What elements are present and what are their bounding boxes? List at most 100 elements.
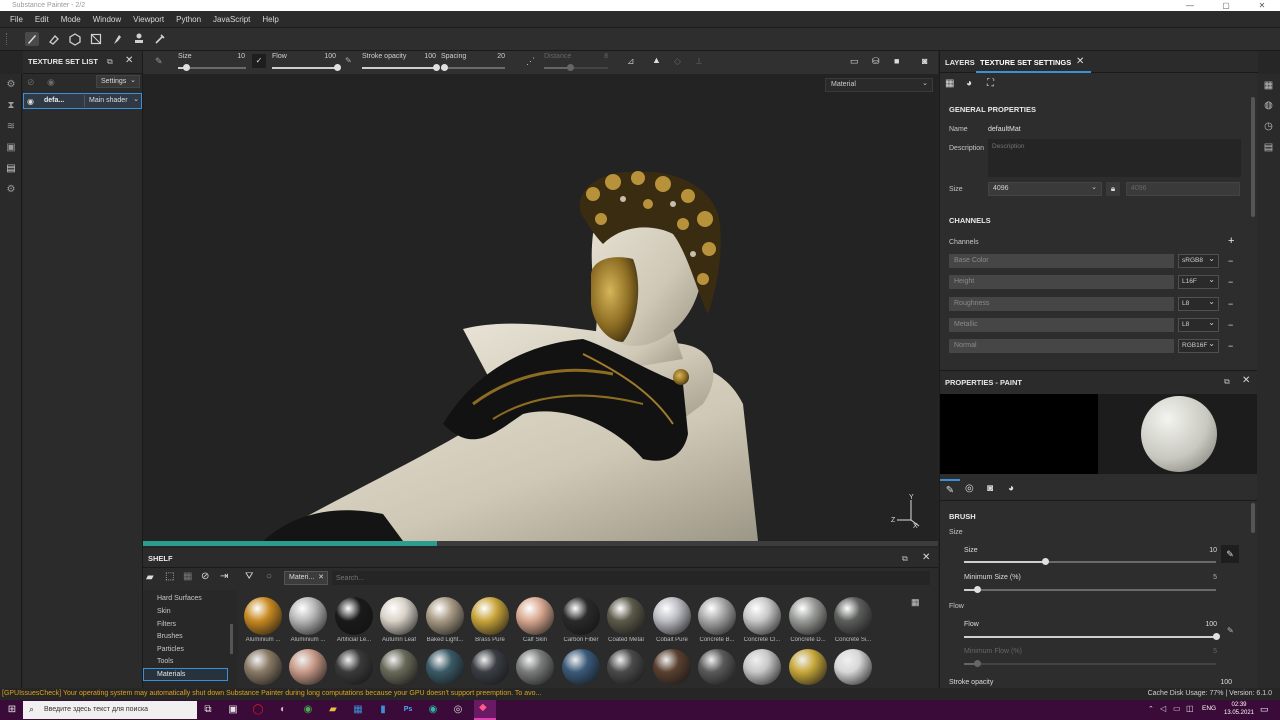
filter-icon[interactable]: ⛛	[245, 571, 253, 582]
add-channel-icon[interactable]: +	[1228, 235, 1234, 247]
viewport-frame-icon[interactable]: ▭	[850, 56, 859, 67]
texture-set-settings-icon[interactable]: ▦	[1263, 80, 1274, 91]
float-panel-icon[interactable]: ⧉	[902, 554, 908, 564]
store-icon[interactable]: ▣	[226, 703, 240, 717]
task-view-icon[interactable]: ⧉	[201, 703, 215, 717]
layers-stack-icon[interactable]: ≋	[5, 121, 17, 133]
brush-size-slider[interactable]	[964, 558, 1216, 565]
material-thumbnail[interactable]	[380, 597, 418, 635]
windows-start-icon[interactable]: ⊞	[5, 703, 19, 717]
menu-edit[interactable]: Edit	[29, 15, 55, 24]
brush-tab-icon[interactable]: ✎	[940, 479, 960, 501]
export-icon[interactable]: ⇥	[220, 571, 228, 582]
remove-tag-icon[interactable]: ✕	[318, 572, 324, 584]
brush-stroke-opacity-value[interactable]: 100	[1210, 679, 1232, 686]
flow-slider[interactable]	[272, 64, 341, 71]
category-brushes[interactable]: Brushes	[157, 633, 183, 640]
brush-flow-value[interactable]: 100	[1195, 621, 1217, 628]
material-thumbnail[interactable]	[698, 649, 736, 685]
minimize-button[interactable]: —	[1172, 0, 1208, 11]
spacing-value[interactable]: 20	[485, 53, 505, 60]
size-dropdown[interactable]: 4096 ⌄	[988, 182, 1102, 196]
material-preview[interactable]	[1098, 394, 1258, 474]
polygon-fill-icon[interactable]	[89, 32, 103, 46]
stencil-tab-icon[interactable]: ◙	[987, 483, 993, 494]
document-icon[interactable]: ▤	[5, 163, 17, 175]
flow-slider-knob[interactable]	[334, 64, 341, 71]
close-panel-icon[interactable]: ✕	[922, 552, 930, 563]
app-icon[interactable]: ◎	[451, 703, 465, 717]
close-panel-icon[interactable]: ✕	[1242, 375, 1250, 386]
material-thumbnail[interactable]	[335, 597, 373, 635]
category-particles[interactable]: Particles	[157, 646, 184, 653]
material-thumbnail[interactable]	[743, 649, 781, 685]
alpha-tab-icon[interactable]: ◎	[965, 483, 974, 494]
symmetry-icon[interactable]: ⊿	[627, 56, 635, 67]
paint-brush-icon[interactable]	[25, 32, 39, 46]
material-thumbnail[interactable]	[335, 649, 373, 685]
material-thumbnail[interactable]	[289, 597, 327, 635]
material-thumbnail[interactable]	[516, 649, 554, 685]
close-panel-icon[interactable]: ✕	[125, 55, 133, 66]
material-sphere-icon[interactable]: ◕	[966, 78, 972, 89]
visibility-eye-icon[interactable]: ◉	[47, 77, 55, 88]
brush-size-value[interactable]: 10	[1195, 547, 1217, 554]
tray-chevron-icon[interactable]: ⌃	[1148, 705, 1154, 713]
lock-icon[interactable]: 🔒︎	[1106, 182, 1120, 196]
battery-icon[interactable]: ◫	[1186, 704, 1194, 713]
menu-window[interactable]: Window	[87, 15, 127, 24]
material-thumbnail[interactable]	[426, 649, 464, 685]
network-icon[interactable]: ▭	[1173, 704, 1181, 713]
texture-set-row[interactable]: ◉ defa... Main shader ⌄	[23, 93, 142, 109]
visibility-eye-icon[interactable]: ◉	[27, 97, 34, 106]
material-thumbnail[interactable]	[244, 597, 282, 635]
display-settings-icon[interactable]: ◍	[1263, 100, 1274, 111]
material-thumbnail[interactable]	[607, 597, 645, 635]
filter-tag[interactable]: Materi... ✕	[284, 571, 328, 585]
3d-viewport[interactable]: Material ⌄ Y Z X	[143, 74, 938, 541]
taskbar-search-box[interactable]: ⌕ Введите здесь текст для поиска	[23, 701, 197, 719]
flow-pen-icon[interactable]: ✎	[345, 56, 352, 65]
menu-viewport[interactable]: Viewport	[127, 15, 170, 24]
properties-scrollbar[interactable]	[1251, 503, 1255, 533]
brush-flow-slider[interactable]	[964, 633, 1220, 640]
material-thumbnail[interactable]	[562, 649, 600, 685]
import-icon[interactable]: ⬚	[165, 571, 174, 582]
symmetry-axis-icon[interactable]: ◇	[674, 56, 681, 67]
tab-layers[interactable]: LAYERS	[945, 58, 975, 67]
material-thumbnail[interactable]	[743, 597, 781, 635]
camera-icon[interactable]: ■	[894, 56, 899, 66]
material-thumbnail[interactable]	[653, 649, 691, 685]
brush-flow-slider-knob[interactable]	[1213, 633, 1220, 640]
grid-icon[interactable]: ▦	[183, 571, 192, 582]
material-tab-icon[interactable]: ◕	[1008, 483, 1014, 494]
menu-help[interactable]: Help	[256, 15, 284, 24]
menu-javascript[interactable]: JavaScript	[207, 15, 256, 24]
min-size-slider[interactable]	[964, 586, 1216, 593]
material-thumbnail[interactable]	[698, 597, 736, 635]
remove-channel-icon[interactable]: −	[1228, 339, 1236, 353]
maps-icon[interactable]: ◉	[426, 703, 440, 717]
channel-format-dropdown[interactable]: RGB16F	[1178, 338, 1219, 353]
shader-dropdown[interactable]: Main shader ⌄	[84, 95, 141, 107]
channel-format-dropdown[interactable]: sRGB8	[1178, 253, 1219, 268]
name-value[interactable]: defaultMat	[988, 126, 1021, 133]
projection-icon[interactable]	[68, 32, 82, 46]
grid-view-icon[interactable]: ▦	[911, 597, 920, 608]
maximize-button[interactable]: ▢	[1208, 0, 1244, 11]
tab-texture-set-settings[interactable]: TEXTURE SET SETTINGS	[980, 58, 1071, 67]
close-window-button[interactable]: ✕	[1244, 0, 1280, 11]
mirror-icon[interactable]: ▲	[652, 55, 661, 65]
log-icon[interactable]: ▤	[1263, 142, 1274, 153]
brush-preset-icon[interactable]: ✎	[155, 56, 163, 67]
close-tab-icon[interactable]: ✕	[1076, 56, 1084, 67]
flow-pen-icon[interactable]: ✎	[1227, 626, 1234, 635]
notes-icon[interactable]: ▮	[376, 703, 390, 717]
history-icon[interactable]: ⧗	[5, 100, 17, 112]
lazy-mouse-icon[interactable]: ⋰	[526, 56, 535, 67]
material-thumbnail[interactable]	[653, 597, 691, 635]
size-slider-knob[interactable]	[183, 64, 190, 71]
screenshot-icon[interactable]: ◙	[922, 56, 927, 66]
flow-value[interactable]: 100	[316, 53, 336, 60]
channel-name[interactable]: Normal	[949, 339, 1174, 353]
